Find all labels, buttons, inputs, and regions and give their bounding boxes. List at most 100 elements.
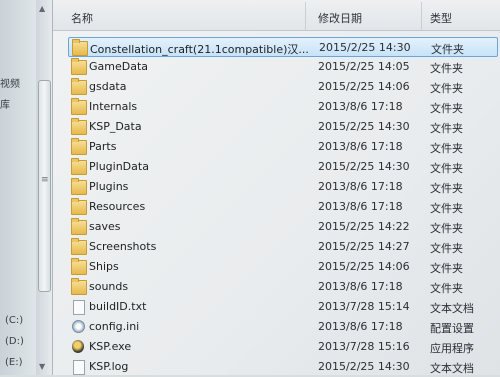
nav-item-libraries[interactable]: 库: [0, 96, 10, 111]
file-date-modified: 2015/2/25 14:30: [318, 160, 410, 173]
file-name: config.ini: [89, 320, 140, 333]
file-row[interactable]: buildID.txt 2013/7/28 15:14 文本文档: [68, 297, 498, 317]
file-date-modified: 2013/8/6 17:18: [318, 180, 403, 193]
folder-icon: [71, 238, 87, 255]
file-date-modified: 2015/2/25 14:30: [318, 120, 410, 133]
scroll-down-arrow-icon[interactable]: ▼: [39, 362, 45, 371]
file-list[interactable]: 名称 修改日期 类型 Constellation_craft(21.1compa…: [53, 0, 500, 375]
file-row[interactable]: sounds 2013/8/6 17:18 文件夹: [68, 277, 498, 297]
file-date-modified: 2015/2/25 14:06: [318, 260, 410, 273]
column-header-name[interactable]: 名称: [71, 10, 93, 26]
folder-icon: [71, 178, 87, 195]
column-header-date-modified[interactable]: 修改日期: [318, 10, 362, 26]
file-date-modified: 2015/2/25 14:30: [318, 360, 410, 373]
column-header-type[interactable]: 类型: [430, 10, 452, 26]
file-row[interactable]: config.ini 2013/8/6 17:18 配置设置: [68, 317, 498, 337]
folder-icon: [71, 138, 87, 155]
file-date-modified: 2015/2/25 14:22: [318, 220, 410, 233]
nav-item-videos[interactable]: 视频: [0, 75, 20, 90]
file-date-modified: 2015/2/25 14:30: [319, 41, 411, 54]
file-type: 文件夹: [430, 262, 463, 275]
file-date-modified: 2013/7/28 15:14: [318, 300, 410, 313]
file-row[interactable]: Resources 2013/8/6 17:18 文件夹: [68, 197, 498, 217]
file-name: KSP.log: [89, 360, 129, 373]
file-date-modified: 2013/8/6 17:18: [318, 140, 403, 153]
file-type: 文件夹: [430, 222, 463, 235]
folder-icon: [71, 58, 87, 75]
application-icon: [72, 340, 84, 353]
file-type: 文件夹: [430, 102, 463, 115]
folder-icon: [71, 118, 87, 135]
nav-item-drive-c[interactable]: (C:): [5, 315, 23, 326]
file-type: 文件夹: [430, 122, 463, 135]
file-name: Screenshots: [89, 240, 157, 253]
nav-item-drive-e[interactable]: (E:): [5, 357, 23, 368]
file-type: 文件夹: [430, 162, 463, 175]
file-row[interactable]: GameData 2015/2/25 14:05 文件夹: [68, 57, 498, 77]
file-name: PluginData: [89, 160, 149, 173]
column-divider[interactable]: [421, 2, 422, 30]
file-date-modified: 2015/2/25 14:05: [318, 60, 410, 73]
file-name: Parts: [89, 140, 117, 153]
file-date-modified: 2015/2/25 14:27: [318, 240, 410, 253]
file-type: 文件夹: [430, 182, 463, 195]
file-name: Resources: [89, 200, 146, 213]
file-type: 文件夹: [430, 142, 463, 155]
column-divider[interactable]: [305, 2, 306, 30]
file-name: GameData: [89, 60, 149, 73]
folder-icon: [71, 258, 87, 275]
file-row[interactable]: KSP_Data 2015/2/25 14:30 文件夹: [68, 117, 498, 137]
file-type: 文件夹: [430, 62, 463, 75]
file-type: 文件夹: [430, 282, 463, 295]
folder-icon: [71, 198, 87, 215]
navigation-scrollbar[interactable]: ▲ ≡ ▼: [36, 0, 53, 375]
file-date-modified: 2013/8/6 17:18: [318, 320, 403, 333]
file-type: 文件夹: [430, 242, 463, 255]
file-type: 配置设置: [430, 322, 474, 335]
file-type: 文本文档: [430, 362, 474, 375]
file-row[interactable]: Parts 2013/8/6 17:18 文件夹: [68, 137, 498, 157]
file-name: saves: [89, 220, 121, 233]
file-row[interactable]: gsdata 2015/2/25 14:06 文件夹: [68, 77, 498, 97]
file-date-modified: 2013/8/6 17:18: [318, 200, 403, 213]
file-row[interactable]: Plugins 2013/8/6 17:18 文件夹: [68, 177, 498, 197]
file-name: gsdata: [89, 80, 127, 93]
file-name: KSP.exe: [89, 340, 132, 353]
file-row[interactable]: saves 2015/2/25 14:22 文件夹: [68, 217, 498, 237]
folder-icon: [71, 98, 87, 115]
folder-icon: [71, 218, 87, 235]
file-name: KSP_Data: [89, 120, 142, 133]
folder-icon: [71, 78, 87, 95]
file-date-modified: 2013/8/6 17:18: [318, 280, 403, 293]
file-row[interactable]: KSP.exe 2013/7/28 15:16 应用程序: [68, 337, 498, 357]
column-header: 名称 修改日期 类型: [53, 0, 500, 31]
file-row[interactable]: Screenshots 2015/2/25 14:27 文件夹: [68, 237, 498, 257]
file-type: 文件夹: [430, 202, 463, 215]
file-name: Plugins: [89, 180, 129, 193]
file-name: Internals: [89, 100, 138, 113]
file-row[interactable]: KSP.log 2015/2/25 14:30 文本文档: [68, 357, 498, 377]
file-date-modified: 2013/8/6 17:18: [318, 100, 403, 113]
file-name: Constellation_craft(21.1compatible)汉...: [90, 43, 309, 56]
folder-icon: [71, 158, 87, 175]
config-file-icon: [72, 320, 85, 333]
text-file-icon: [73, 300, 85, 315]
file-row[interactable]: PluginData 2015/2/25 14:30 文件夹: [68, 157, 498, 177]
navigation-pane[interactable]: 视频 库 (C:) (D:) (E:): [0, 0, 37, 375]
file-row[interactable]: Constellation_craft(21.1compatible)汉... 2…: [68, 37, 498, 57]
file-type: 文件夹: [430, 82, 463, 95]
file-type: 应用程序: [430, 342, 474, 355]
file-date-modified: 2013/7/28 15:16: [318, 340, 410, 353]
scroll-up-arrow-icon[interactable]: ▲: [39, 4, 45, 13]
file-row[interactable]: Ships 2015/2/25 14:06 文件夹: [68, 257, 498, 277]
scrollbar-thumb[interactable]: ≡: [38, 80, 51, 292]
file-row[interactable]: Internals 2013/8/6 17:18 文件夹: [68, 97, 498, 117]
file-name: Ships: [89, 260, 119, 273]
folder-icon: [71, 278, 87, 295]
file-name: sounds: [89, 280, 129, 293]
nav-item-drive-d[interactable]: (D:): [5, 336, 24, 347]
folder-icon: [72, 39, 88, 56]
text-file-icon: [73, 360, 85, 375]
grip-icon: ≡: [41, 175, 49, 185]
file-type: 文本文档: [430, 302, 474, 315]
